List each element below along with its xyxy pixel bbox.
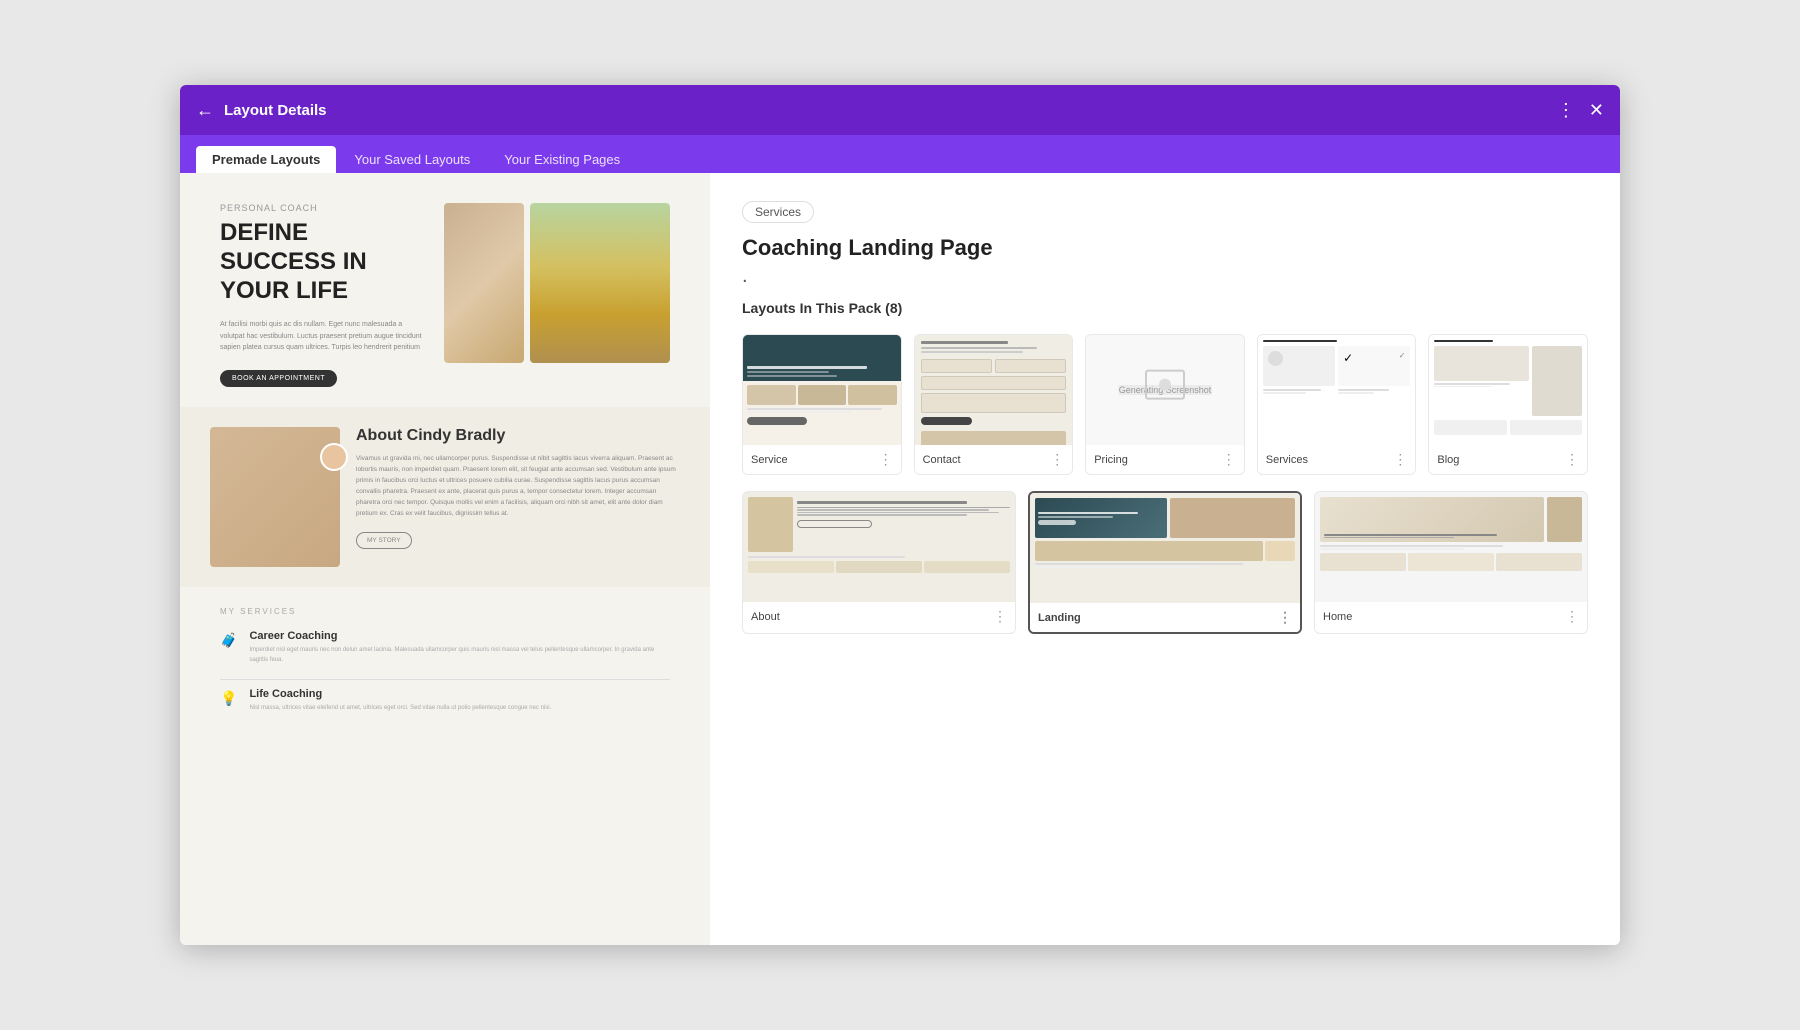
thumb-pricing-img: Generating Screenshot (1086, 335, 1244, 445)
thumb-landing-footer: Landing ⋮ (1030, 603, 1300, 632)
thumb-blog-img (1429, 335, 1587, 445)
career-coaching-info: Career Coaching Imperdiet nisl eget maur… (249, 630, 670, 665)
about-name: About Cindy Bradly (356, 427, 680, 445)
title-bar: ← Layout Details ⋮ ✕ (180, 85, 1620, 135)
career-coaching-title: Career Coaching (249, 630, 670, 642)
thumb-pricing[interactable]: Generating Screenshot Pricing ⋮ (1085, 334, 1245, 475)
thumb-landing[interactable]: Landing ⋮ (1028, 491, 1302, 634)
thumb-about-name: About (751, 611, 780, 623)
thumb-service-name: Service (751, 454, 788, 466)
thumb-contact[interactable]: Contact ⋮ (914, 334, 1074, 475)
thumb-services2-name: Services (1266, 454, 1308, 466)
layout-title: Coaching Landing Page (742, 235, 1588, 261)
thumb-landing-name: Landing (1038, 612, 1081, 624)
tab-existing-pages[interactable]: Your Existing Pages (488, 146, 636, 173)
hero-images (444, 203, 670, 387)
about-avatar (320, 443, 348, 471)
preview-inner: PERSONAL COACH DEFINE SUCCESS IN YOUR LI… (180, 173, 710, 748)
thumbnails-row-1: Service ⋮ (742, 334, 1588, 475)
thumb-home-footer: Home ⋮ (1315, 602, 1587, 631)
about-body: Vivamus ut gravida mi, nec ullamcorper p… (356, 453, 680, 519)
thumb-services2-img: ✓ ✓ (1258, 335, 1416, 445)
preview-scroll: PERSONAL COACH DEFINE SUCCESS IN YOUR LI… (180, 173, 710, 945)
close-button[interactable]: ✕ (1589, 100, 1604, 121)
thumb-service[interactable]: Service ⋮ (742, 334, 902, 475)
detail-panel: Services Coaching Landing Page . Layouts… (710, 173, 1620, 945)
thumb-blog-footer: Blog ⋮ (1429, 445, 1587, 474)
thumb-services2-more-icon[interactable]: ⋮ (1393, 451, 1407, 468)
service-divider (220, 679, 670, 680)
thumb-home[interactable]: Home ⋮ (1314, 491, 1588, 634)
thumb-landing-img (1030, 493, 1300, 603)
thumb-service-img (743, 335, 901, 445)
preview-panel: PERSONAL COACH DEFINE SUCCESS IN YOUR LI… (180, 173, 710, 945)
hero-text: PERSONAL COACH DEFINE SUCCESS IN YOUR LI… (220, 203, 428, 387)
category-badge: Services (742, 201, 814, 223)
hero-image-grass (530, 203, 670, 363)
services-label: MY SERVICES (220, 607, 670, 616)
thumb-services2[interactable]: ✓ ✓ Services ⋮ (1257, 334, 1417, 475)
about-text: About Cindy Bradly Vivamus ut gravida mi… (356, 427, 680, 549)
thumb-service-more-icon[interactable]: ⋮ (879, 451, 893, 468)
layout-details-window: ← Layout Details ⋮ ✕ Premade Layouts You… (180, 85, 1620, 945)
tab-premade-layouts[interactable]: Premade Layouts (196, 146, 336, 173)
life-coaching-info: Life Coaching Nisl massa, ultrices vitae… (249, 688, 551, 714)
thumb-home-img (1315, 492, 1587, 602)
about-image (210, 427, 340, 567)
window-title: Layout Details (224, 102, 327, 119)
thumbnails-row-2: About ⋮ (742, 491, 1588, 634)
career-coaching-icon: 🧳 (220, 632, 237, 649)
title-bar-controls: ⋮ ✕ (1557, 100, 1604, 121)
thumb-about[interactable]: About ⋮ (742, 491, 1016, 634)
thumb-home-more-icon[interactable]: ⋮ (1565, 608, 1579, 625)
thumb-blog[interactable]: Blog ⋮ (1428, 334, 1588, 475)
tab-saved-layouts[interactable]: Your Saved Layouts (338, 146, 486, 173)
thumb-about-more-icon[interactable]: ⋮ (993, 608, 1007, 625)
layout-dot: . (742, 265, 1588, 288)
thumb-blog-more-icon[interactable]: ⋮ (1565, 451, 1579, 468)
thumb-pricing-name: Pricing (1094, 454, 1128, 466)
hero-body: At facilisi morbi quis ac dis nullam. Eg… (220, 319, 428, 353)
tab-bar: Premade Layouts Your Saved Layouts Your … (180, 135, 1620, 173)
thumb-services2-footer: Services ⋮ (1258, 445, 1416, 474)
preview-about: About Cindy Bradly Vivamus ut gravida mi… (180, 407, 710, 587)
thumb-contact-more-icon[interactable]: ⋮ (1050, 451, 1064, 468)
service-item-career: 🧳 Career Coaching Imperdiet nisl eget ma… (220, 630, 670, 665)
thumb-contact-name: Contact (923, 454, 961, 466)
thumb-contact-footer: Contact ⋮ (915, 445, 1073, 474)
hero-image-blocks (444, 203, 524, 363)
hero-subtitle: PERSONAL COACH (220, 203, 428, 213)
thumb-service-footer: Service ⋮ (743, 445, 901, 474)
thumb-home-name: Home (1323, 611, 1352, 623)
title-bar-left: ← Layout Details (196, 100, 327, 121)
life-coaching-icon: 💡 (220, 690, 237, 707)
about-story-button[interactable]: MY STORY (356, 532, 412, 549)
thumb-landing-more-icon[interactable]: ⋮ (1278, 609, 1292, 626)
career-coaching-desc: Imperdiet nisl eget mauris nec non delun… (249, 646, 670, 665)
hero-title: DEFINE SUCCESS IN YOUR LIFE (220, 219, 428, 305)
thumb-contact-img (915, 335, 1073, 445)
settings-icon[interactable]: ⋮ (1557, 100, 1575, 121)
thumb-pricing-more-icon[interactable]: ⋮ (1222, 451, 1236, 468)
pack-label: Layouts In This Pack (8) (742, 300, 1588, 316)
thumb-pricing-footer: Pricing ⋮ (1086, 445, 1244, 474)
main-content: PERSONAL COACH DEFINE SUCCESS IN YOUR LI… (180, 173, 1620, 945)
life-coaching-title: Life Coaching (249, 688, 551, 700)
hero-cta-button[interactable]: BOOK AN APPOINTMENT (220, 370, 337, 387)
preview-hero: PERSONAL COACH DEFINE SUCCESS IN YOUR LI… (180, 173, 710, 407)
service-item-life: 💡 Life Coaching Nisl massa, ultrices vit… (220, 688, 670, 714)
thumb-about-footer: About ⋮ (743, 602, 1015, 631)
preview-services: MY SERVICES 🧳 Career Coaching Imperdiet … (180, 587, 710, 748)
thumb-blog-name: Blog (1437, 454, 1459, 466)
back-button[interactable]: ← (196, 100, 214, 121)
thumb-about-img (743, 492, 1015, 602)
life-coaching-desc: Nisl massa, ultrices vitae eleifend ut a… (249, 704, 551, 714)
